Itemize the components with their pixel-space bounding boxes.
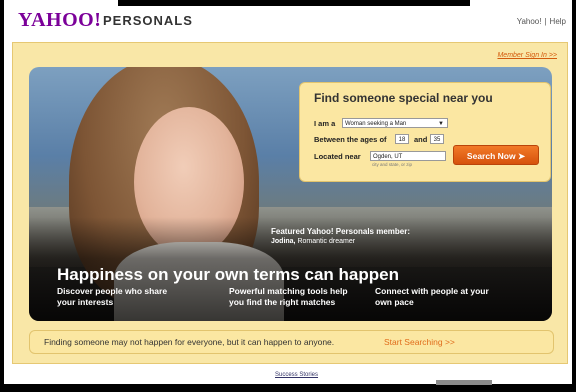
featured-member: Jodina, Romantic dreamer (271, 238, 355, 245)
featured-title: Featured Yahoo! Personals member: (271, 227, 411, 236)
feature-connect: Connect with people at your own pace (375, 286, 489, 308)
hero-headline: Happiness on your own terms can happen (57, 265, 399, 284)
left-border (0, 0, 4, 392)
feature-matching-text: Powerful matching tools help you find th… (229, 286, 348, 307)
yahoo-link[interactable]: Yahoo! (517, 17, 542, 26)
top-links: Yahoo! | Help (516, 17, 566, 26)
yahoo-logo[interactable]: YAHOO! (18, 9, 101, 32)
gender-select[interactable]: Woman seeking a Man ▼ (342, 118, 448, 128)
featured-member-name[interactable]: Jodina, (271, 238, 296, 245)
feature-discover-text: Discover people who share your interests (57, 286, 168, 307)
member-sign-in-link[interactable]: Member Sign In >> (497, 52, 557, 59)
bottom-gray-strip (436, 380, 492, 385)
feature-discover: Discover people who share your interests (57, 286, 167, 308)
top-black-strip (118, 0, 470, 6)
i-am-label: I am a (314, 119, 336, 128)
main-frame: Member Sign In >> Find someone special n… (12, 42, 568, 364)
search-title: Find someone special near you (314, 91, 493, 105)
feature-matching: Powerful matching tools help you find th… (229, 286, 348, 308)
location-hint: city and state, or zip (372, 162, 413, 167)
located-label: Located near (314, 152, 361, 161)
top-bar: YAHOO! PERSONALS Yahoo! | Help (0, 0, 576, 34)
right-border (572, 0, 576, 392)
location-input[interactable]: Ogden, UT (370, 151, 446, 161)
start-searching-link[interactable]: Start Searching >> (384, 337, 455, 347)
search-now-button[interactable]: Search Now ➤ (453, 145, 539, 165)
success-stories-link[interactable]: Success Stories (275, 372, 318, 378)
personals-logo-text: PERSONALS (103, 13, 193, 28)
featured-member-desc: Romantic dreamer (297, 238, 356, 245)
gender-select-value: Woman seeking a Man (345, 121, 407, 127)
bottom-bar: Finding someone may not happen for every… (29, 330, 554, 354)
search-panel: Find someone special near you I am a Wom… (299, 82, 551, 182)
age-min-input[interactable]: 18 (395, 134, 409, 144)
help-link[interactable]: Help (550, 17, 566, 26)
bottom-border (0, 384, 576, 392)
ages-label: Between the ages of (314, 135, 387, 144)
and-label: and (414, 135, 428, 144)
bottom-message: Finding someone may not happen for every… (44, 337, 335, 347)
feature-connect-text: Connect with people at your own pace (375, 286, 489, 307)
age-max-input[interactable]: 35 (430, 134, 444, 144)
chevron-down-icon: ▼ (438, 121, 444, 127)
hero-banner: Find someone special near you I am a Wom… (29, 67, 552, 321)
